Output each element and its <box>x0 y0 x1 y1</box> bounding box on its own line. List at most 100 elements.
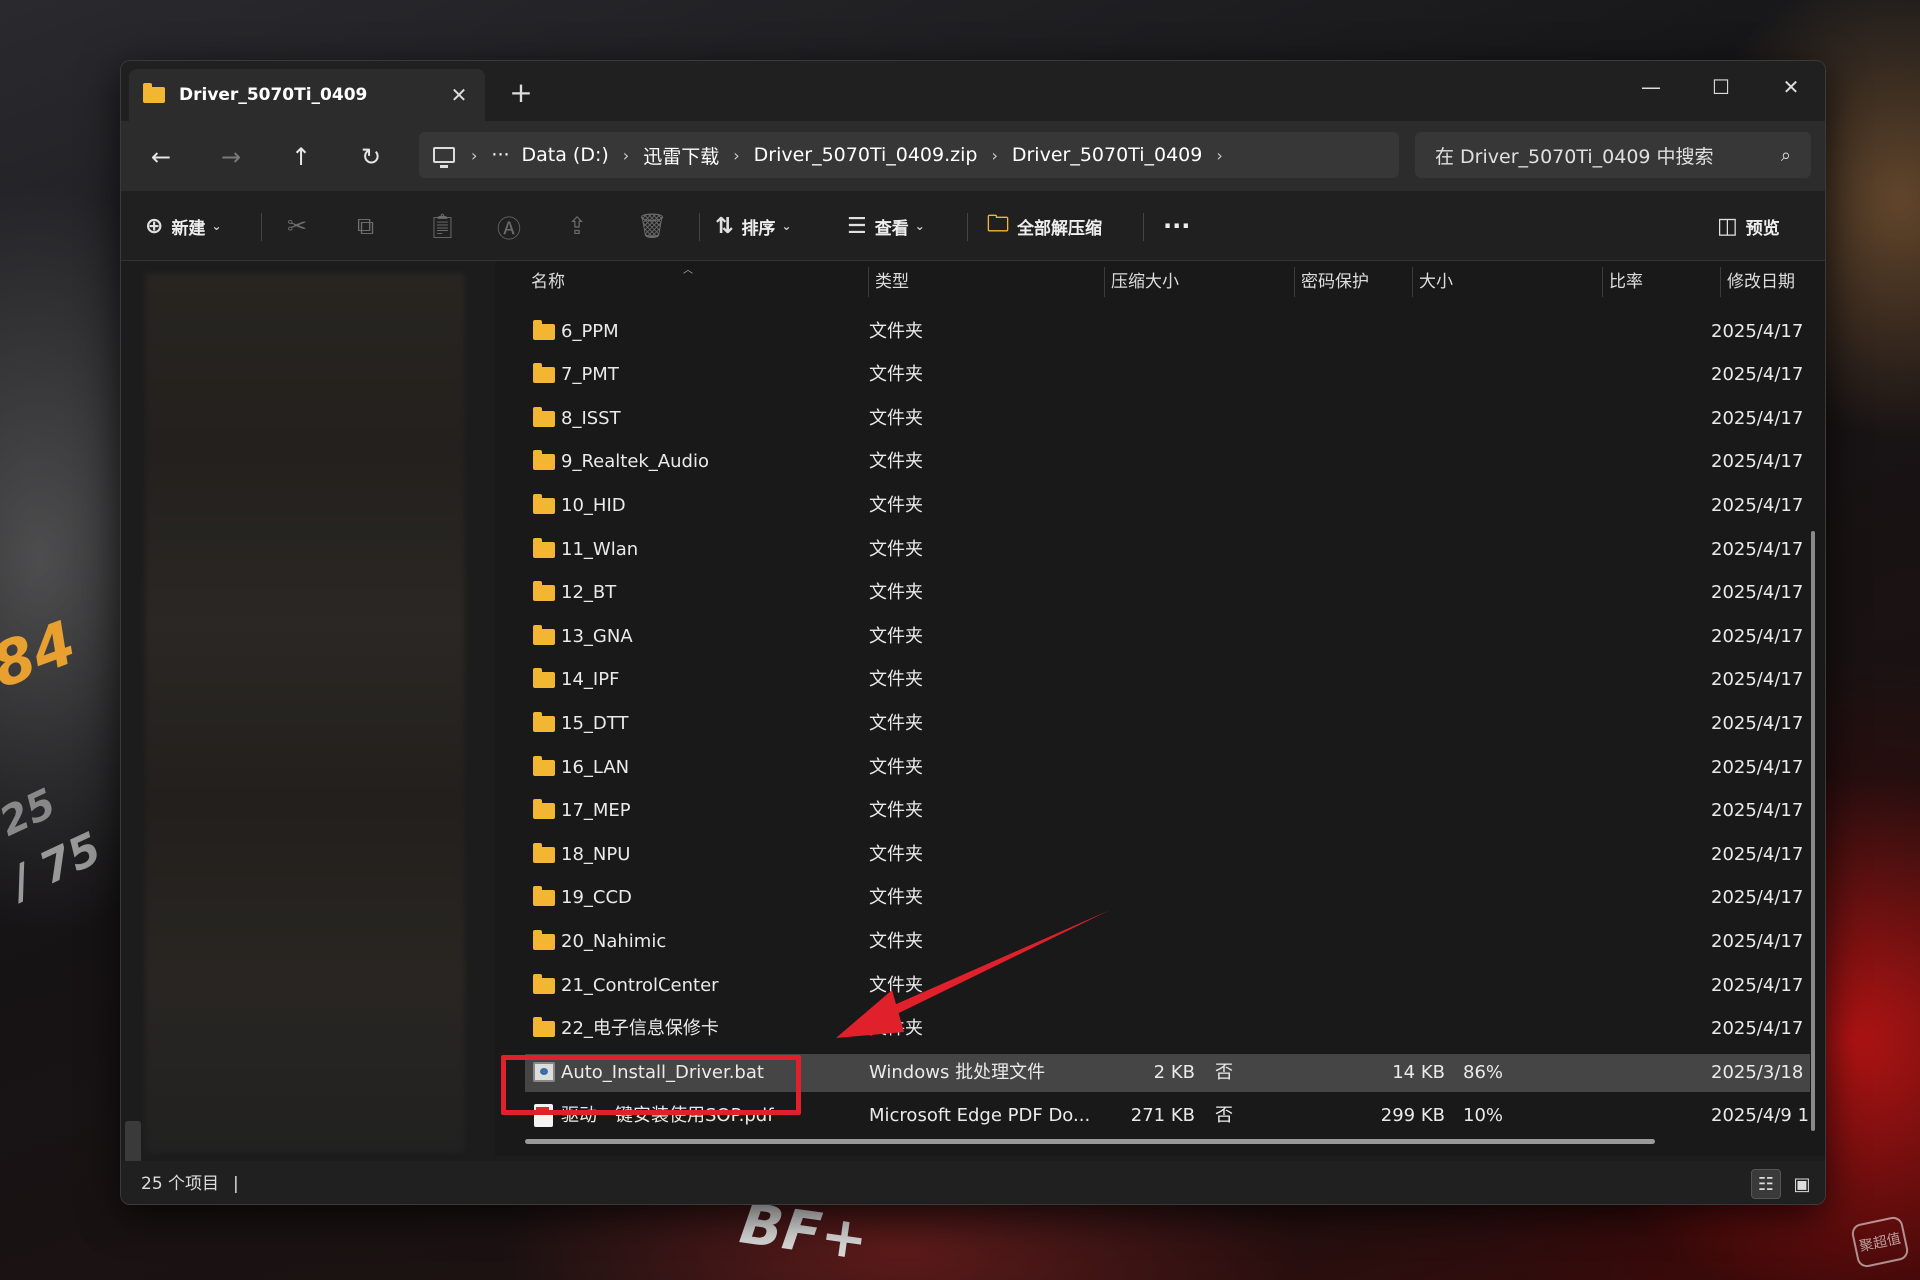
navigation-scrollbar[interactable] <box>125 1121 141 1165</box>
column-size[interactable]: 大小 <box>1413 267 1603 297</box>
selection-divider: | <box>233 1174 239 1194</box>
search-icon[interactable]: ⌕ <box>1781 145 1791 166</box>
folder-icon <box>533 450 555 471</box>
extract-all-button[interactable]: 🗀︎ 全部解压缩 <box>987 205 1102 247</box>
file-password-protected: 否 <box>1215 1105 1233 1127</box>
column-password-protected[interactable]: 密码保护 <box>1295 267 1413 297</box>
navigation-pane <box>121 261 491 1165</box>
list-item[interactable]: 21_ControlCenter 文件夹 2025/4/17 <box>525 967 1810 1005</box>
folder-icon <box>533 842 555 863</box>
list-item[interactable]: 15_DTT 文件夹 2025/4/17 <box>525 705 1810 743</box>
path-overflow-button[interactable]: ··· <box>491 144 509 166</box>
tab-close-icon[interactable]: ✕ <box>447 83 471 107</box>
cut-icon[interactable]: ✂ <box>287 205 307 247</box>
this-pc-icon[interactable] <box>433 147 455 168</box>
file-type: 文件夹 <box>869 887 923 909</box>
folder-icon <box>533 494 555 514</box>
breadcrumb-separator[interactable]: › <box>733 146 739 165</box>
file-name: 22_电子信息保修卡 <box>561 1018 719 1040</box>
preview-label: 预览 <box>1745 218 1780 239</box>
copy-icon[interactable]: ⧉ <box>357 205 374 247</box>
list-item[interactable]: 13_GNA 文件夹 2025/4/17 <box>525 618 1810 656</box>
list-item[interactable]: 8_ISST 文件夹 2025/4/17 <box>525 400 1810 438</box>
column-compressed-size[interactable]: 压缩大小 <box>1105 267 1295 297</box>
tiles-view-icon[interactable]: ▣ <box>1787 1169 1817 1199</box>
highlight-box <box>501 1055 801 1115</box>
breadcrumb-current-folder[interactable]: Driver_5070Ti_0409 <box>1012 144 1202 166</box>
breadcrumb-separator[interactable]: › <box>991 146 997 165</box>
file-date: 2025/4/17 <box>1711 800 1804 822</box>
file-date: 2025/4/17 <box>1711 669 1804 691</box>
sort-button[interactable]: ⇅ 排序 ⌄ <box>715 205 792 247</box>
list-item[interactable]: 9_Realtek_Audio 文件夹 2025/4/17 <box>525 443 1810 481</box>
toolbar-divider <box>967 213 968 241</box>
new-button[interactable]: ⊕ 新建 ⌄ <box>145 205 222 247</box>
file-ratio: 86% <box>1463 1061 1504 1083</box>
list-item[interactable]: 11_Wlan 文件夹 2025/4/17 <box>525 531 1810 569</box>
column-ratio[interactable]: 比率 <box>1603 267 1721 297</box>
forward-arrow-icon[interactable]: → <box>211 137 251 177</box>
file-date: 2025/4/17 <box>1711 451 1804 473</box>
address-bar[interactable]: › ··· Data (D:) › 迅雷下载 › Driver_5070Ti_0… <box>419 132 1399 178</box>
plus-circle-icon: ⊕ <box>145 213 164 239</box>
sort-label: 排序 <box>741 218 776 239</box>
delete-icon[interactable]: 🗑︎ <box>637 205 667 247</box>
column-date-modified[interactable]: 修改日期 <box>1721 267 1825 297</box>
preview-pane-button[interactable]: ◫ 预览 <box>1717 205 1780 247</box>
breadcrumb-separator[interactable]: › <box>623 146 629 165</box>
chevron-down-icon: ⌄ <box>914 219 925 233</box>
folder-icon <box>143 83 165 103</box>
paste-icon[interactable]: 📋︎ <box>427 205 457 247</box>
breadcrumb-drive[interactable]: Data (D:) <box>522 144 609 166</box>
minimize-button[interactable]: — <box>1617 67 1685 107</box>
vertical-scrollbar[interactable] <box>1811 531 1815 1131</box>
watermark-badge: 聚超值 <box>1849 1215 1911 1269</box>
list-item[interactable]: 16_LAN 文件夹 2025/4/17 <box>525 749 1810 787</box>
file-name: 15_DTT <box>561 713 629 734</box>
file-date: 2025/4/17 <box>1711 364 1804 386</box>
search-placeholder[interactable]: 在 Driver_5070Ti_0409 中搜索 <box>1435 142 1781 169</box>
file-date: 2025/3/18 <box>1711 1061 1804 1083</box>
up-arrow-icon[interactable]: ↑ <box>281 137 321 177</box>
tab-driver-folder[interactable]: Driver_5070Ti_0409 ✕ <box>129 69 485 121</box>
details-view-icon[interactable]: ☷ <box>1751 1169 1781 1199</box>
file-type: 文件夹 <box>869 495 923 516</box>
list-item[interactable]: 7_PMT 文件夹 2025/4/17 <box>525 356 1810 394</box>
view-button[interactable]: ☰ 查看 ⌄ <box>847 205 925 247</box>
file-type: Microsoft Edge PDF Do... <box>869 1105 1089 1127</box>
folder-icon <box>533 363 555 384</box>
search-box[interactable]: 在 Driver_5070Ti_0409 中搜索 ⌕ <box>1415 132 1811 178</box>
breadcrumb-separator[interactable]: › <box>1216 146 1222 165</box>
horizontal-scrollbar[interactable] <box>525 1139 1655 1144</box>
close-window-button[interactable]: ✕ <box>1757 67 1825 107</box>
maximize-button[interactable]: ☐ <box>1687 67 1755 107</box>
file-size: 14 KB <box>1392 1061 1445 1083</box>
file-type: 文件夹 <box>869 320 923 342</box>
list-item[interactable]: 22_电子信息保修卡 文件夹 2025/4/17 <box>525 1010 1810 1048</box>
breadcrumb-zip[interactable]: Driver_5070Ti_0409.zip <box>754 144 978 166</box>
column-type[interactable]: 类型 <box>869 267 1105 297</box>
list-item[interactable]: 18_NPU 文件夹 2025/4/17 <box>525 836 1810 874</box>
rename-icon[interactable]: Ⓐ <box>497 205 521 247</box>
column-name[interactable]: 名称 <box>525 267 869 297</box>
extract-folder-icon: 🗀︎ <box>987 212 1010 237</box>
breadcrumb-separator[interactable]: › <box>471 146 477 165</box>
new-tab-button[interactable]: + <box>506 75 536 111</box>
list-item[interactable]: 19_CCD 文件夹 2025/4/17 <box>525 879 1810 917</box>
file-size: 299 KB <box>1380 1105 1445 1127</box>
list-item[interactable]: 12_BT 文件夹 2025/4/17 <box>525 574 1810 612</box>
list-item[interactable]: 17_MEP 文件夹 2025/4/17 <box>525 792 1810 830</box>
preview-pane-icon: ◫ <box>1717 213 1738 239</box>
back-arrow-icon[interactable]: ← <box>141 137 181 177</box>
breadcrumb-downloads[interactable]: 迅雷下载 <box>643 142 719 169</box>
list-item[interactable]: 20_Nahimic 文件夹 2025/4/17 <box>525 923 1810 961</box>
file-date: 2025/4/17 <box>1711 843 1804 865</box>
folder-icon <box>533 1017 555 1038</box>
list-item[interactable]: 6_PPM 文件夹 2025/4/17 <box>525 313 1810 351</box>
more-options-button[interactable]: ··· <box>1163 205 1190 247</box>
list-item[interactable]: 14_IPF 文件夹 2025/4/17 <box>525 661 1810 699</box>
refresh-icon[interactable]: ↻ <box>351 137 391 177</box>
share-icon[interactable]: ⇪ <box>567 205 587 247</box>
file-type: 文件夹 <box>869 974 923 996</box>
list-item[interactable]: 10_HID 文件夹 2025/4/17 <box>525 487 1810 525</box>
